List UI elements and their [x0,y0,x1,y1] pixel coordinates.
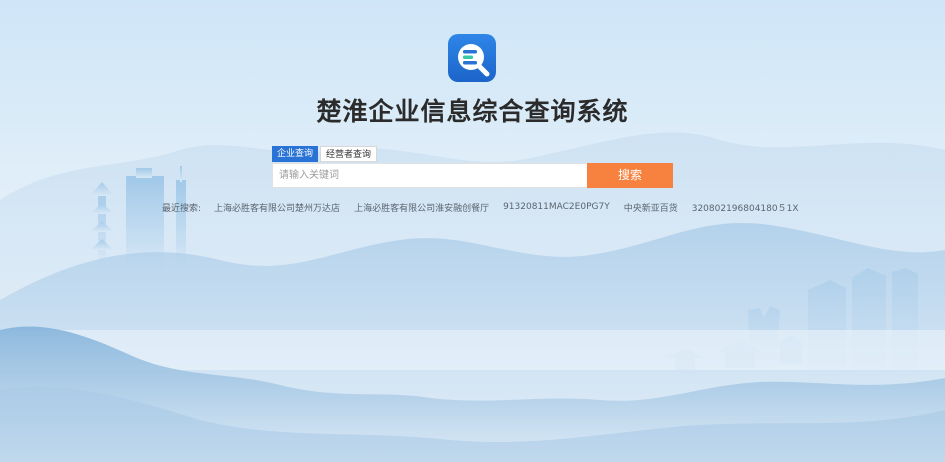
search-tabs: 企业查询 经营者查询 [272,146,378,162]
search-button[interactable]: 搜索 [587,163,673,188]
tab-enterprise-query[interactable]: 企业查询 [272,146,319,162]
search-input[interactable] [272,163,587,188]
recent-search-item[interactable]: 上海必胜客有限公司楚州万达店 [214,201,340,214]
search-chat-logo-icon [458,44,490,77]
search-page: 楚淮企业信息综合查询系统 企业查询 经营者查询 搜索 最近搜索: 上海必胜客有限… [0,0,945,462]
recent-search-item[interactable]: 上海必胜客有限公司淮安融创餐厅 [354,201,489,214]
recent-searches: 最近搜索: 上海必胜客有限公司楚州万达店 上海必胜客有限公司淮安融创餐厅 913… [162,201,799,214]
recent-search-item[interactable]: 中央新亚百货 [624,201,678,214]
recent-search-item[interactable]: 91320811MAC2E0PG7Y [503,202,610,212]
tab-operator-query[interactable]: 经营者查询 [320,146,378,162]
app-logo [448,34,496,82]
recent-search-item[interactable]: 320802196804180５1X [692,201,799,214]
recent-searches-label: 最近搜索: [162,203,202,214]
page-title: 楚淮企业信息综合查询系统 [316,97,629,126]
search-bar: 搜索 [272,163,673,188]
